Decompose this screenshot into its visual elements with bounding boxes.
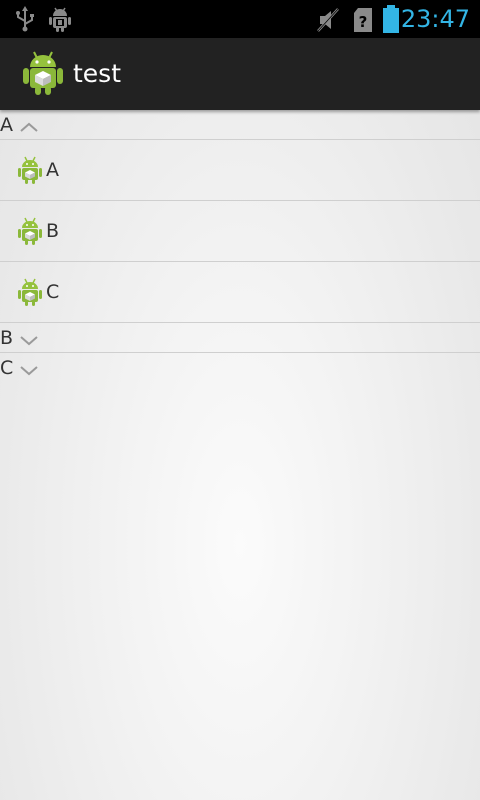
battery-icon	[382, 4, 400, 38]
android-icon	[18, 278, 42, 310]
group-header-b[interactable]: B	[0, 323, 480, 353]
list-item-a[interactable]: A	[0, 140, 480, 201]
sim-unknown-icon: ?	[353, 7, 373, 37]
status-time: 23:47	[400, 5, 470, 33]
group-header-a[interactable]: A	[0, 110, 480, 140]
list-item-label: C	[46, 281, 60, 303]
list-item-b[interactable]: B	[0, 201, 480, 262]
status-bar: ? 23:47	[0, 0, 480, 38]
action-bar: test	[0, 38, 480, 110]
group-label: A	[0, 114, 13, 136]
list-item-label: A	[46, 159, 59, 181]
list-item-label: B	[46, 220, 60, 242]
list-item-c[interactable]: C	[0, 262, 480, 323]
android-debug-icon	[48, 5, 72, 37]
usb-icon	[14, 5, 36, 37]
chevron-down-icon	[19, 331, 39, 350]
group-label: B	[0, 327, 14, 349]
chevron-up-icon	[19, 118, 39, 137]
chevron-down-icon	[19, 361, 39, 380]
group-label: C	[0, 357, 14, 379]
android-launcher-icon[interactable]	[22, 50, 64, 100]
app-title: test	[73, 59, 122, 88]
mute-icon	[316, 7, 340, 37]
android-icon	[18, 217, 42, 249]
group-header-c[interactable]: C	[0, 353, 480, 382]
android-icon	[18, 156, 42, 188]
expandable-list: A A B C B C	[0, 110, 480, 382]
svg-text:?: ?	[359, 13, 368, 31]
